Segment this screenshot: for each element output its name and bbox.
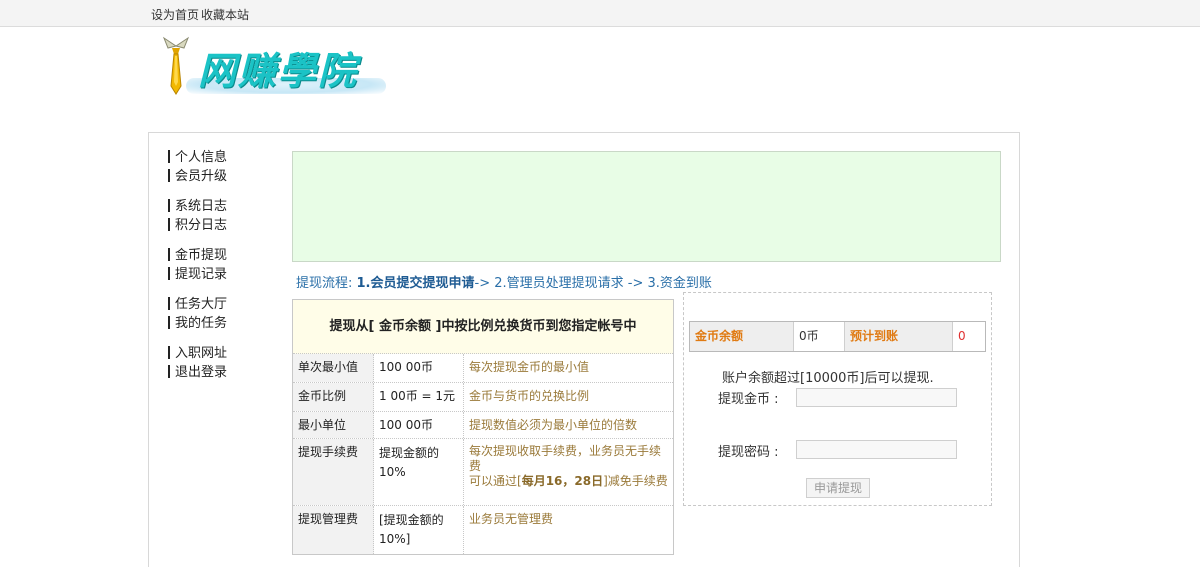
sidebar-item-task-hall[interactable]: 任务大厅 (168, 293, 227, 312)
rule-desc-line2-bold: 每月16，28日 (521, 474, 604, 488)
table-row: 金币比例 1 00币 = 1元 金币与货币的兑换比例 (293, 383, 673, 412)
rule-desc-line2-pre: 可以通过[ (469, 474, 522, 488)
withdraw-form-panel: 金币余额 0币 预计到账 0 账户余额超过[10000币]后可以提现. 提现金币… (683, 292, 992, 506)
table-row: 提现管理费 [提现金额的10%] 业务员无管理费 (293, 506, 673, 554)
flow-step-1: 1.会员提交提现申请 (356, 276, 475, 291)
sidebar-item-label: 个人信息 (175, 150, 228, 165)
gold-balance-value: 0币 (794, 322, 845, 351)
sidebar-item-points-log[interactable]: 积分日志 (168, 214, 227, 233)
divider-bar (168, 199, 170, 212)
amount-label: 提现金币 : (718, 392, 779, 407)
divider-bar (168, 169, 170, 182)
rule-name: 提现管理费 (293, 506, 374, 554)
divider-bar (168, 346, 170, 359)
site-logo[interactable]: 网赚學院 (158, 34, 398, 98)
rule-desc: 每次提现金币的最小值 (469, 360, 590, 374)
divider-bar (168, 248, 170, 261)
gold-balance-label: 金币余额 (690, 322, 794, 351)
flow-prefix: 提现流程: (296, 276, 357, 291)
sidebar-item-label: 退出登录 (175, 365, 228, 380)
divider-bar (168, 365, 170, 378)
rule-name: 提现手续费 (293, 439, 374, 505)
rule-value: 100 00币 (374, 412, 464, 438)
sidebar-item-my-tasks[interactable]: 我的任务 (168, 312, 227, 331)
sidebar-item-upgrade[interactable]: 会员升级 (168, 165, 227, 184)
sidebar-item-label: 积分日志 (175, 218, 228, 233)
apply-withdraw-button[interactable]: 申请提现 (806, 478, 870, 498)
expected-amount-value: 0 (953, 322, 985, 351)
rule-desc-line1: 每次提现收取手续费，业务员无手续费 (469, 444, 662, 473)
rule-desc: 金币与货币的兑换比例 (469, 389, 590, 403)
withdraw-rules-table: 提现从[ 金币余额 ]中按比例兑换货币到您指定帐号中 单次最小值 100 00币… (292, 299, 674, 555)
sidebar-item-logout[interactable]: 退出登录 (168, 361, 227, 380)
amount-input[interactable] (796, 388, 957, 407)
divider-bar (168, 316, 170, 329)
rule-name: 最小单位 (293, 412, 374, 438)
divider-bar (168, 267, 170, 280)
sidebar-item-profile[interactable]: 个人信息 (168, 146, 227, 165)
set-homepage-link[interactable]: 设为首页 (151, 6, 199, 23)
table-row: 最小单位 100 00币 提现数值必须为最小单位的倍数 (293, 412, 673, 439)
rule-name: 金币比例 (293, 383, 374, 411)
sidebar-item-withdraw[interactable]: 金币提现 (168, 244, 227, 263)
rule-desc: 每次提现收取手续费，业务员无手续费 可以通过[每月16，28日]减免手续费 (464, 439, 673, 505)
rule-desc: 业务员无管理费 (469, 512, 554, 526)
withdraw-threshold-notice: 账户余额超过[10000币]后可以提现. (722, 371, 934, 386)
sidebar-item-system-log[interactable]: 系统日志 (168, 195, 227, 214)
table-row: 单次最小值 100 00币 每次提现金币的最小值 (293, 354, 673, 383)
password-input[interactable] (796, 440, 957, 459)
notice-box (292, 151, 1001, 262)
sidebar-item-label: 任务大厅 (175, 297, 228, 312)
sidebar-item-label: 系统日志 (175, 199, 228, 214)
balance-table: 金币余额 0币 预计到账 0 (689, 321, 986, 352)
sidebar-item-label: 我的任务 (175, 316, 228, 331)
rule-desc-line2-post: ]减免手续费 (603, 474, 668, 488)
rule-value: 100 00币 (374, 354, 464, 382)
sidebar-item-entry-url[interactable]: 入职网址 (168, 342, 227, 361)
divider-bar (168, 218, 170, 231)
rule-value: 1 00币 = 1元 (374, 383, 464, 411)
rule-name: 单次最小值 (293, 354, 374, 382)
rule-value: 提现金额的10% (374, 439, 464, 505)
sidebar-item-label: 会员升级 (175, 169, 228, 184)
sidebar-item-label: 提现记录 (175, 267, 228, 282)
rules-heading: 提现从[ 金币余额 ]中按比例兑换货币到您指定帐号中 (293, 300, 673, 354)
expected-amount-label: 预计到账 (845, 322, 953, 351)
divider-bar (168, 297, 170, 310)
rule-value: [提现金额的10%] (374, 506, 464, 554)
sidebar-item-label: 入职网址 (175, 346, 228, 361)
logo-text: 网赚學院 (198, 48, 359, 93)
top-bar: 设为首页 收藏本站 (0, 0, 1200, 27)
rule-desc: 提现数值必须为最小单位的倍数 (469, 418, 638, 432)
table-row: 提现手续费 提现金额的10% 每次提现收取手续费，业务员无手续费 可以通过[每月… (293, 439, 673, 506)
withdraw-flow: 提现流程: 1.会员提交提现申请-> 2.管理员处理提现请求 -> 3.资金到账 (296, 272, 712, 291)
divider-bar (168, 150, 170, 163)
sidebar-item-label: 金币提现 (175, 248, 228, 263)
password-label: 提现密码 : (718, 445, 779, 460)
flow-rest: -> 2.管理员处理提现请求 -> 3.资金到账 (474, 276, 712, 291)
sidebar-item-withdraw-records[interactable]: 提现记录 (168, 263, 227, 282)
bookmark-site-link[interactable]: 收藏本站 (201, 6, 249, 23)
